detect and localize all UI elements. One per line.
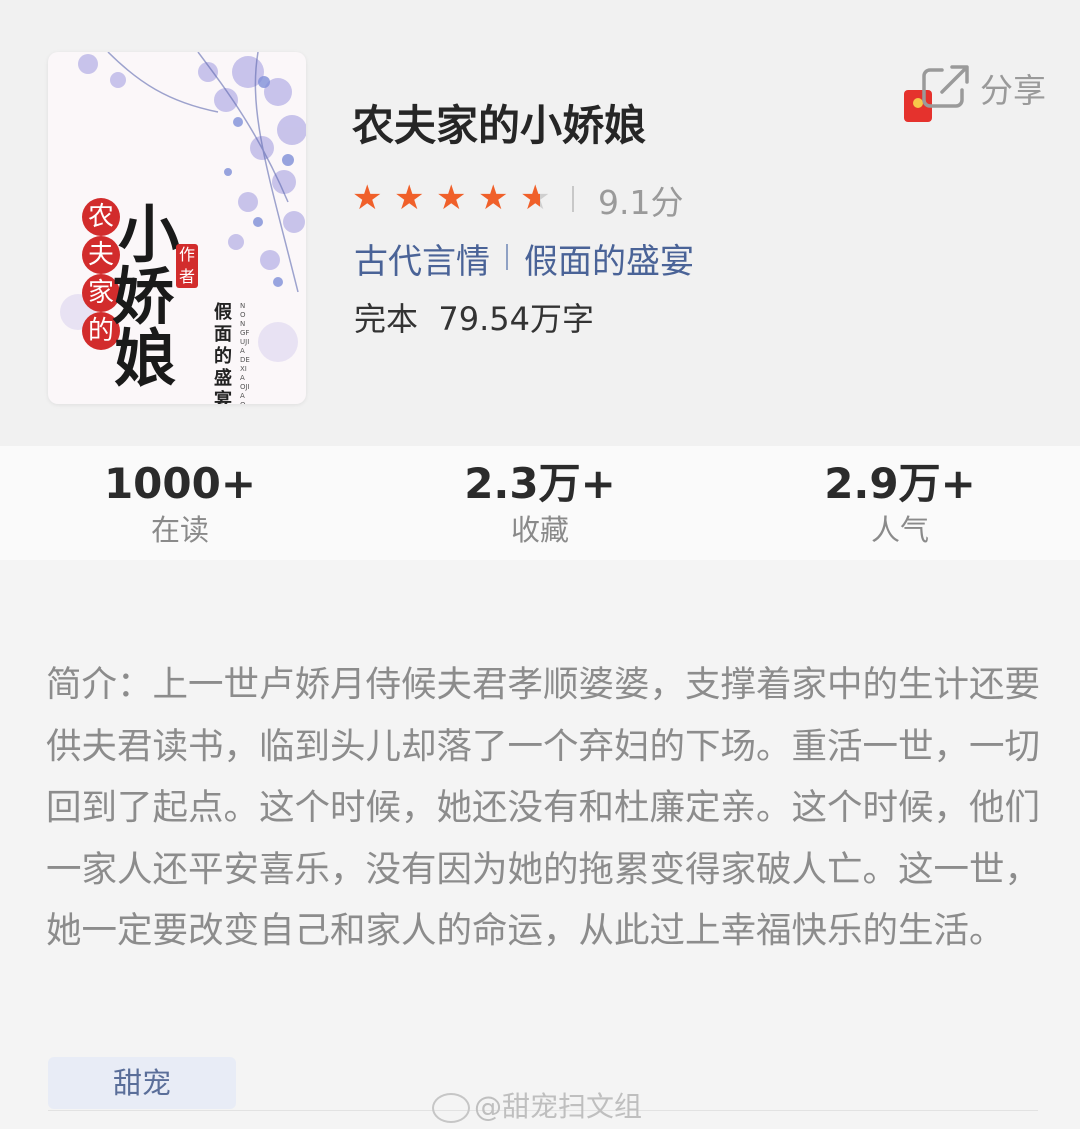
book-header: 农 夫 家 的 小 娇 娘 作者 假面的盛宴 NONGFUJIADEXIAOJI… xyxy=(0,0,1080,446)
star-icon: ★ xyxy=(436,178,467,218)
book-title: 农夫家的小娇娘 xyxy=(352,101,647,150)
weibo-icon xyxy=(432,1093,470,1123)
stat-reading: 1000+ 在读 xyxy=(30,458,330,550)
rating-divider xyxy=(572,186,574,212)
star-icon: ★ xyxy=(394,178,425,218)
share-label: 分享 xyxy=(980,71,1046,110)
half-star-icon: ★ xyxy=(520,180,562,216)
stat-value: 2.3万+ xyxy=(464,459,616,508)
star-icon: ★ xyxy=(352,178,383,218)
cover-title-big-char: 娘 xyxy=(114,322,177,395)
cover-title-big-char: 娇 xyxy=(112,260,175,333)
status-word-count: 完本 79.54万字 xyxy=(354,300,594,338)
genre-link[interactable]: 古代言情 xyxy=(354,234,490,283)
cover-author-tag: 作者 xyxy=(176,244,198,288)
book-synopsis: 简介：上一世卢娇月侍候夫君孝顺婆婆，支撑着家中的生计还要供夫君读书，临到头儿却落… xyxy=(46,664,1041,951)
stat-favorites: 2.3万+ 收藏 xyxy=(390,458,690,550)
stat-popularity: 2.9万+ 人气 xyxy=(750,458,1050,550)
cover-title-char: 农 xyxy=(82,198,120,236)
stat-value: 1000+ xyxy=(103,459,257,508)
star-icon: ★ xyxy=(478,178,509,218)
stats-bar: 1000+ 在读 2.3万+ 收藏 2.9万+ 人气 xyxy=(0,446,1080,560)
cover-pinyin: NONGFUJIADEXIAOJIAONIANG xyxy=(240,302,250,404)
cover-title-big-char: 小 xyxy=(118,198,181,271)
watermark: @甜宠扫文组 xyxy=(432,1085,642,1125)
rating-score: 9.1分 xyxy=(598,183,684,222)
tag-chip[interactable]: 甜宠 xyxy=(48,1057,236,1109)
stat-label: 收藏 xyxy=(510,513,569,547)
genre-divider xyxy=(506,244,508,270)
author-link[interactable]: 假面的盛宴 xyxy=(524,234,694,283)
rating-stars: ★ ★ ★ ★ ★ xyxy=(352,180,562,216)
share-icon xyxy=(922,65,969,108)
cover-author-name: 假面的盛宴 xyxy=(214,302,232,404)
watermark-text: @甜宠扫文组 xyxy=(474,1090,643,1123)
share-button[interactable]: 分享 xyxy=(896,62,1056,124)
stat-label: 在读 xyxy=(150,513,209,547)
stat-value: 2.9万+ xyxy=(824,459,976,508)
stat-label: 人气 xyxy=(870,513,929,547)
book-cover[interactable]: 农 夫 家 的 小 娇 娘 作者 假面的盛宴 NONGFUJIADEXIAOJI… xyxy=(48,52,306,404)
